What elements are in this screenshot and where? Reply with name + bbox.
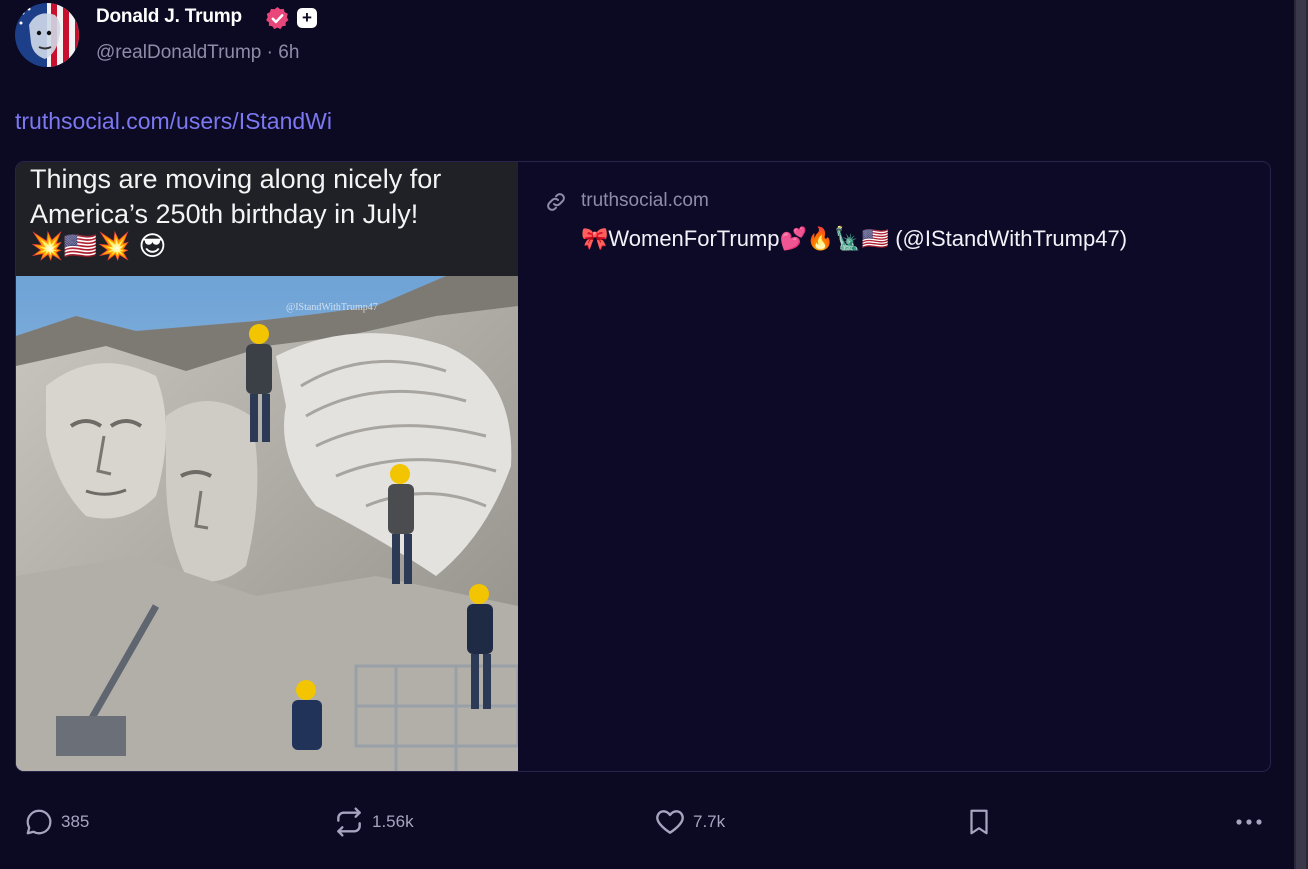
image-caption: Things are moving along nicely for Ameri… — [30, 164, 442, 229]
scrollbar-thumb[interactable] — [1296, 0, 1306, 869]
bookmark-icon — [964, 807, 994, 837]
like-button[interactable]: 7.7k — [654, 800, 725, 844]
mount-rushmore-image: @IStandWithTrump47 — [16, 276, 518, 771]
bookmark-button[interactable] — [964, 800, 994, 844]
author-display-name[interactable]: Donald J. Trump — [96, 6, 242, 28]
author-handle-timestamp[interactable]: @realDonaldTrump · 6h — [96, 42, 299, 64]
link-icon — [544, 190, 568, 214]
post-actions-bar: 385 1.56k 7.7k — [0, 800, 1290, 844]
card-domain: truthsocial.com — [581, 190, 709, 211]
plus-badge: + — [297, 8, 317, 28]
card-image[interactable]: Things are moving along nicely for Ameri… — [16, 162, 518, 771]
comment-icon — [24, 807, 54, 837]
avatar[interactable] — [15, 3, 79, 67]
more-options-button[interactable] — [1232, 800, 1266, 844]
verified-badge-icon — [265, 6, 290, 31]
post-link[interactable]: truthsocial.com/users/IStandWi — [15, 108, 332, 135]
image-caption-band: Things are moving along nicely for Ameri… — [16, 162, 518, 276]
like-count: 7.7k — [693, 812, 726, 831]
repost-count: 1.56k — [372, 812, 414, 831]
link-preview-card[interactable]: Things are moving along nicely for Ameri… — [15, 161, 1271, 772]
heart-icon — [654, 806, 686, 838]
repost-button[interactable]: 1.56k — [333, 800, 414, 844]
scrollbar-track[interactable] — [1294, 0, 1308, 869]
ellipsis-icon — [1232, 807, 1266, 837]
repost-icon — [333, 806, 365, 838]
reply-count: 385 — [61, 812, 90, 831]
card-title[interactable]: 🎀WomenForTrump💕🔥🗽🇺🇸 (@IStandWithTrump47) — [581, 226, 1127, 252]
reply-button[interactable]: 385 — [24, 800, 89, 844]
image-watermark: @IStandWithTrump47 — [286, 302, 378, 313]
image-caption-emoji: 💥🇺🇸💥 😎 — [30, 231, 167, 261]
